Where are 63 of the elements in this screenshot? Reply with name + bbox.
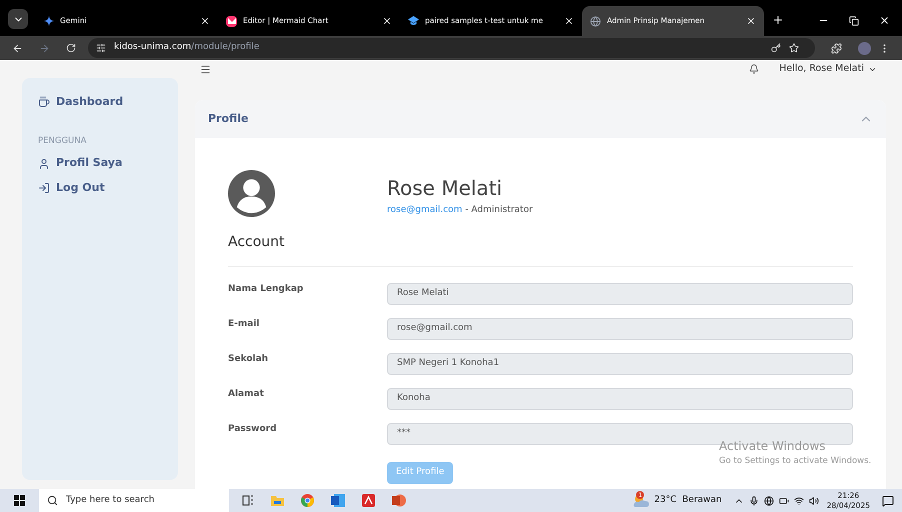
battery-icon[interactable] (778, 496, 789, 506)
powerpoint-icon[interactable] (392, 494, 406, 507)
word-icon[interactable] (331, 494, 345, 507)
tab-search-button[interactable] (8, 9, 28, 29)
input-field[interactable]: SMP Negeri 1 Konoha1 (387, 353, 853, 375)
input-field[interactable]: Rose Melati (387, 283, 853, 305)
speaker-icon[interactable] (808, 496, 819, 506)
extensions-icon[interactable] (831, 42, 842, 54)
site-settings-icon[interactable] (96, 43, 106, 53)
mermaid-logo-icon (226, 16, 237, 26)
task-view-icon[interactable] (242, 495, 254, 506)
cap-icon (408, 16, 419, 26)
field-label: Sekolah (228, 353, 270, 366)
close-window-icon[interactable] (879, 15, 890, 26)
key-icon[interactable] (771, 43, 781, 53)
reload-icon[interactable] (66, 43, 76, 53)
user-name: Rose Melati (387, 176, 504, 201)
email-link[interactable]: rose@gmail.com (387, 205, 462, 215)
field-label: Password (228, 423, 278, 436)
field-label: Alamat (228, 388, 265, 401)
user-menu[interactable]: Hello, Rose Melati (779, 62, 877, 76)
close-icon[interactable] (564, 16, 574, 26)
close-icon[interactable] (200, 16, 210, 26)
folder-icon[interactable] (271, 495, 284, 506)
restore-icon[interactable] (849, 16, 859, 26)
sidebar-item[interactable]: Profil Saya (30, 151, 130, 176)
notification-icon[interactable] (882, 494, 894, 506)
sparkle-icon (44, 16, 54, 26)
sidebar-item[interactable]: Dashboard (30, 90, 132, 114)
user-subtitle: rose@gmail.com - Administrator (387, 204, 533, 217)
close-icon[interactable] (746, 16, 756, 26)
chrome-icon[interactable] (301, 494, 314, 507)
field-label: Nama Lengkap (228, 283, 304, 296)
bell-icon[interactable] (749, 64, 760, 74)
user-icon (38, 158, 50, 170)
taskbar-search-field[interactable]: Type here to search (39, 489, 229, 512)
microphone-icon[interactable] (748, 496, 759, 506)
input-field[interactable]: Konoha (387, 388, 853, 410)
globe-icon (590, 16, 601, 26)
weather-text: 23°C Berawan (654, 494, 722, 507)
new-tab-icon[interactable] (772, 14, 784, 26)
url-text: kidos-unima.com/module/profile (114, 41, 260, 54)
menu-icon[interactable] (200, 64, 211, 74)
back-icon[interactable] (12, 42, 23, 54)
close-icon[interactable] (382, 16, 392, 26)
sidebar-item[interactable]: Log Out (30, 176, 113, 200)
section-label: PENGGUNA (37, 134, 88, 148)
bookmark-star-icon[interactable] (789, 43, 799, 53)
globe-icon[interactable] (764, 496, 774, 506)
door-arrow-icon (38, 182, 50, 194)
card-title: Profile (208, 110, 248, 127)
wifi-icon[interactable] (794, 496, 804, 506)
input-field[interactable]: rose@gmail.com (387, 318, 853, 340)
address-bar[interactable]: kidos-unima.com/module/profile (88, 38, 815, 58)
search-placeholder: Type here to search (66, 494, 154, 507)
user-avatar-icon (228, 170, 275, 217)
field-label: E-mail (228, 318, 261, 331)
activation-subtitle: Go to Settings to activate Windows. (719, 455, 872, 468)
pdf-reader-icon[interactable] (362, 494, 375, 507)
cup-icon (38, 96, 50, 108)
search-icon (47, 495, 58, 506)
account-heading: Account (228, 233, 286, 252)
windows-start-icon[interactable] (14, 495, 25, 506)
